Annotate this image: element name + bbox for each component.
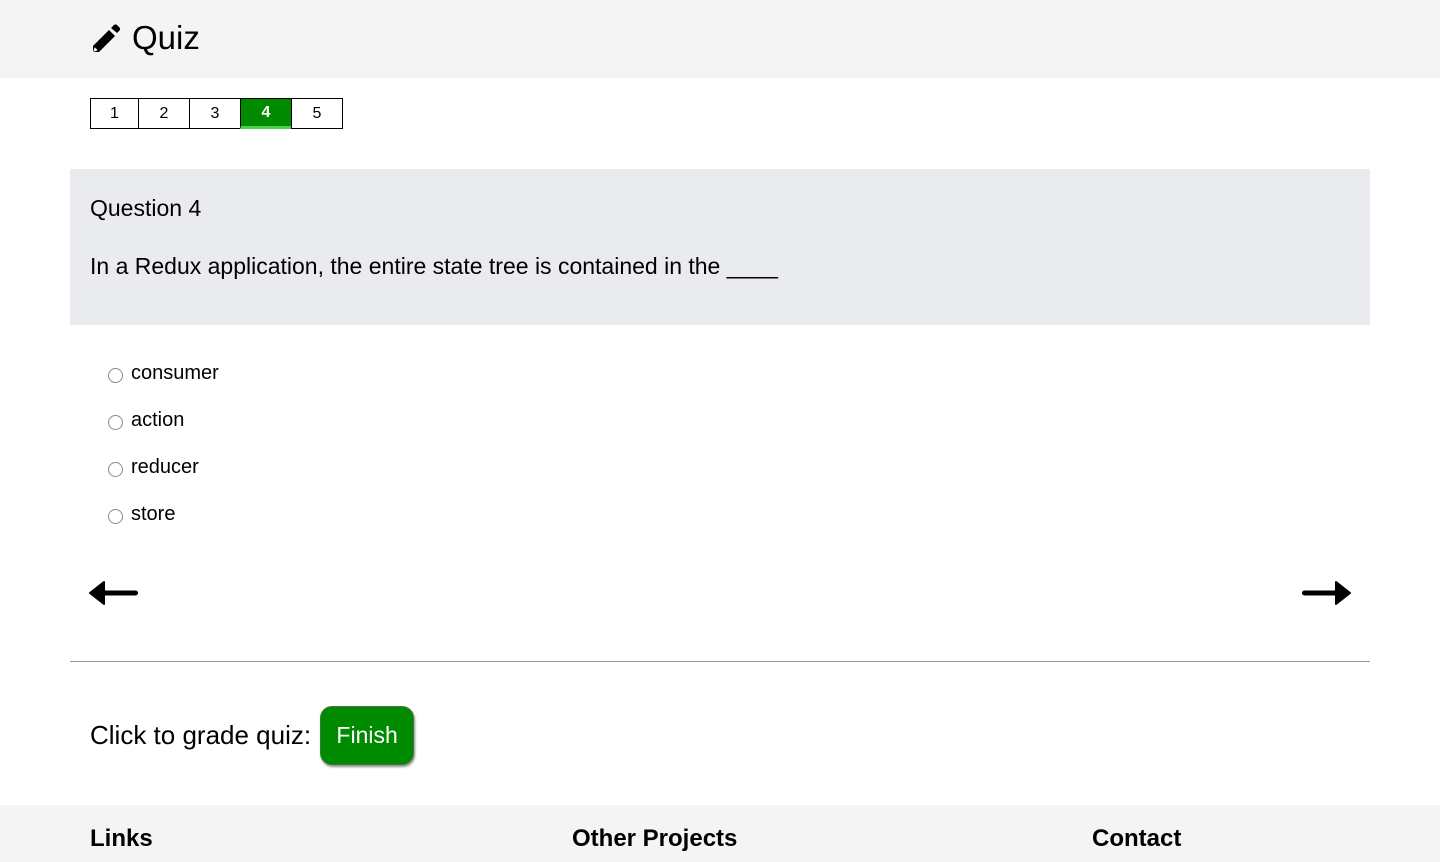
answer-label[interactable]: store — [131, 501, 175, 527]
question-navigator: 1 2 3 4 5 — [90, 98, 343, 129]
radio-button[interactable] — [108, 462, 123, 477]
divider — [70, 661, 1370, 662]
pencil-icon — [93, 24, 121, 52]
finish-button[interactable]: Finish — [320, 706, 415, 765]
footer-contact-heading: Contact — [1092, 825, 1182, 852]
footer: Links Other Projects Contact — [0, 805, 1440, 862]
page-title: Quiz — [132, 19, 200, 56]
header: Quiz — [0, 0, 1440, 78]
question-title: Question 4 — [90, 195, 202, 221]
question-card: Question 4 In a Redux application, the e… — [70, 169, 1370, 325]
answer-options: consumer action reducer store — [108, 360, 219, 548]
answer-label[interactable]: action — [131, 407, 184, 433]
question-nav-3[interactable]: 3 — [189, 98, 241, 129]
answer-option[interactable]: consumer — [108, 360, 219, 407]
radio-button[interactable] — [108, 509, 123, 524]
footer-other-projects-heading: Other Projects — [572, 825, 738, 852]
arrow-left-icon[interactable] — [89, 578, 139, 608]
arrow-right-icon[interactable] — [1301, 578, 1351, 608]
radio-button[interactable] — [108, 415, 123, 430]
answer-option[interactable]: reducer — [108, 454, 219, 501]
question-nav-2[interactable]: 2 — [138, 98, 190, 129]
radio-button[interactable] — [108, 368, 123, 383]
answer-label[interactable]: consumer — [131, 360, 219, 386]
question-nav-5[interactable]: 5 — [291, 98, 343, 129]
footer-links-heading: Links — [90, 825, 153, 852]
question-nav-4[interactable]: 4 — [240, 98, 292, 129]
answer-option[interactable]: store — [108, 501, 219, 548]
grade-section: Click to grade quiz: Finish — [90, 706, 415, 765]
question-text: In a Redux application, the entire state… — [90, 253, 778, 279]
answer-option[interactable]: action — [108, 407, 219, 454]
grade-label: Click to grade quiz: — [90, 720, 312, 750]
answer-label[interactable]: reducer — [131, 454, 199, 480]
question-nav-1[interactable]: 1 — [90, 98, 139, 129]
